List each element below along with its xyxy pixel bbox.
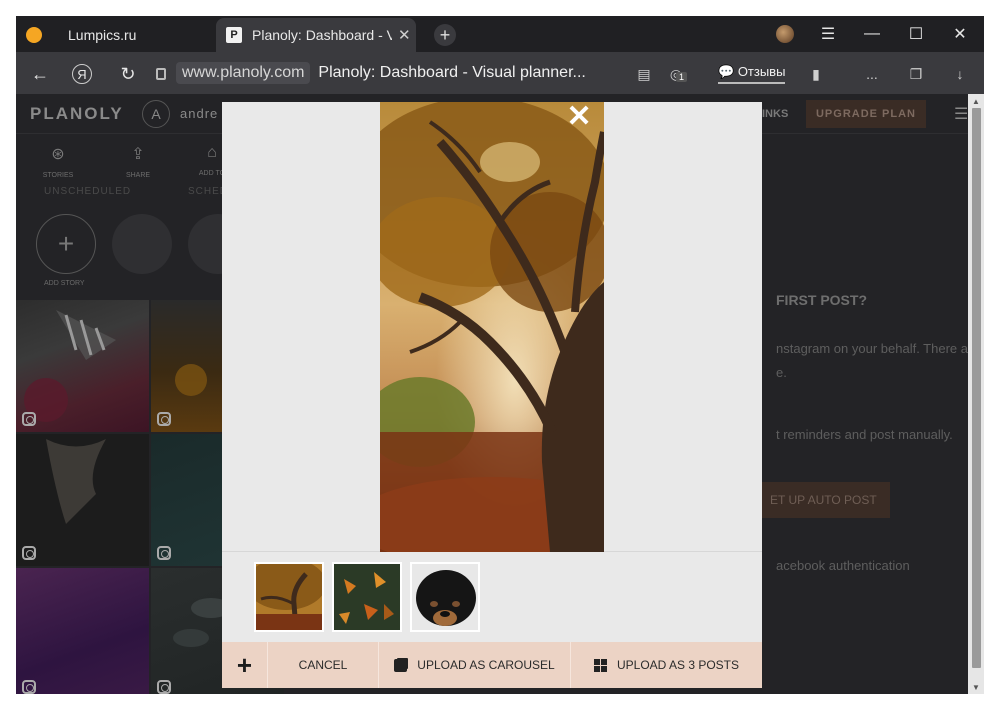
upload-action-bar: + CANCEL UPLOAD AS CAROUSEL UPLOAD AS 3 … <box>222 642 762 688</box>
tab-planoly[interactable]: P Planoly: Dashboard - Vis ✕ <box>216 18 416 52</box>
more-icon[interactable]: ... <box>862 64 882 84</box>
instagram-icon <box>22 412 36 426</box>
tool-stories[interactable]: ⊛ STORIES <box>28 144 88 179</box>
thumbnail-autumn-leaves[interactable] <box>332 562 402 632</box>
extension-badge: 1 <box>676 72 688 82</box>
minimize-icon[interactable]: — <box>860 22 884 46</box>
close-modal-icon[interactable]: ✕ <box>566 102 591 132</box>
hamburger-icon[interactable]: ☰ <box>954 104 968 124</box>
planoly-favicon-icon: P <box>226 27 242 43</box>
grid-icon <box>593 658 607 672</box>
extension-icon[interactable] <box>776 25 794 43</box>
preview-image <box>380 102 604 552</box>
upgrade-plan-button[interactable]: UPGRADE PLAN <box>806 100 926 128</box>
instagram-icon <box>157 680 171 694</box>
panel-text-1: nstagram on your behalf. There ar <box>776 341 968 356</box>
translate-icon[interactable]: ▤ <box>634 64 654 84</box>
sidebar-tools: ⊛ STORIES ⇪ SHARE ⌂ ADD TO UNSCHEDULED S… <box>16 134 248 294</box>
upload-as-posts-button[interactable]: UPLOAD AS 3 POSTS <box>571 642 762 688</box>
tab-title: Planoly: Dashboard - Vis <box>252 27 392 43</box>
url-page-title: Planoly: Dashboard - Visual planner... <box>318 64 586 81</box>
collections-icon[interactable]: ❐ <box>906 64 926 84</box>
carousel-label: UPLOAD AS CAROUSEL <box>417 658 555 672</box>
reviews-button[interactable]: 💬 Отзывы <box>718 64 786 84</box>
tab-bar: Lumpics.ru P Planoly: Dashboard - Vis ✕ … <box>16 16 984 52</box>
grid-post[interactable] <box>16 568 149 694</box>
posts-label: UPLOAD AS 3 POSTS <box>616 658 740 672</box>
browser-window: Lumpics.ru P Planoly: Dashboard - Vis ✕ … <box>16 16 984 694</box>
thumbnail-strip <box>222 552 762 642</box>
instagram-icon <box>22 546 36 560</box>
autumn-tree-thumb <box>256 564 322 630</box>
new-tab-button[interactable]: + <box>434 24 456 46</box>
share-icon: ⇪ <box>131 146 145 163</box>
autumn-leaves-thumb <box>334 564 400 630</box>
instagram-icon <box>157 412 171 426</box>
set-up-auto-post-button[interactable]: ET UP AUTO POST <box>762 482 890 518</box>
page-scrollbar[interactable]: ▲ ▼ <box>968 94 984 694</box>
thumbnail-black-puppy[interactable] <box>410 562 480 632</box>
add-story-label: ADD STORY <box>44 280 85 287</box>
grid-post[interactable] <box>16 300 149 432</box>
add-more-button[interactable]: + <box>222 642 268 688</box>
tool-label: STORIES <box>42 172 74 179</box>
unscheduled-tab[interactable]: UNSCHEDULED <box>44 186 131 197</box>
avatar[interactable]: A <box>142 100 170 128</box>
tab-lumpics[interactable]: Lumpics.ru <box>16 18 216 52</box>
black-puppy-thumb <box>412 564 478 630</box>
links-label[interactable]: INKS <box>762 108 788 120</box>
tool-label: SHARE <box>125 172 151 179</box>
stories-icon: ⊛ <box>51 146 65 163</box>
tab-title: Lumpics.ru <box>68 27 137 43</box>
story-slot[interactable] <box>112 214 172 274</box>
add-story-button[interactable]: + <box>36 214 96 274</box>
lock-icon <box>156 68 166 80</box>
reload-icon[interactable]: ↻ <box>116 62 140 86</box>
image-preview-area <box>222 102 762 552</box>
url-domain: www.planoly.com <box>176 62 311 84</box>
carousel-icon <box>394 658 408 672</box>
panel-text-fb: acebook authentication <box>776 558 910 573</box>
address-bar: ← Я ↻ www.planoly.com Planoly: Dashboard… <box>16 52 984 94</box>
upload-as-carousel-button[interactable]: UPLOAD AS CAROUSEL <box>379 642 571 688</box>
upload-modal: + CANCEL UPLOAD AS CAROUSEL UPLOAD AS 3 … <box>222 102 762 688</box>
grid-post[interactable] <box>16 434 149 566</box>
instagram-icon <box>157 546 171 560</box>
instagram-icon <box>22 680 36 694</box>
menu-icon[interactable]: ☰ <box>816 22 840 46</box>
close-window-icon[interactable]: ✕ <box>948 22 972 46</box>
thumbnail-autumn-tree[interactable] <box>254 562 324 632</box>
back-icon[interactable]: ← <box>28 62 52 86</box>
tab-close-icon[interactable]: ✕ <box>398 26 411 44</box>
dark-leaf-image <box>46 439 106 524</box>
panel-text-3: t reminders and post manually. <box>776 427 953 442</box>
username[interactable]: andre <box>180 106 218 121</box>
scroll-up-icon[interactable]: ▲ <box>968 94 984 108</box>
download-icon[interactable]: ↓ <box>950 64 970 84</box>
autumn-tree-preview <box>380 102 604 552</box>
page-content: PLANOLY A andre INKS UPGRADE PLAN ☰ ⊛ ST… <box>16 94 968 694</box>
reviews-label: Отзывы <box>737 64 786 79</box>
tool-share[interactable]: ⇪ SHARE <box>108 144 168 179</box>
scroll-thumb[interactable] <box>972 108 981 668</box>
lumpics-favicon-icon <box>26 27 42 43</box>
getting-started-panel: FIRST POST? nstagram on your behalf. The… <box>762 134 968 694</box>
panel-heading: FIRST POST? <box>776 292 867 308</box>
maximize-icon[interactable]: ☐ <box>904 22 928 46</box>
post-grid <box>16 300 284 694</box>
butterfly-image <box>24 310 116 422</box>
bookmark-icon[interactable]: ▮ <box>806 64 826 84</box>
yandex-icon[interactable]: Я <box>72 64 92 84</box>
url-field[interactable]: www.planoly.com Planoly: Dashboard - Vis… <box>156 60 596 86</box>
panel-text-2: e. <box>776 365 787 380</box>
scroll-down-icon[interactable]: ▼ <box>968 680 984 694</box>
app-logo[interactable]: PLANOLY <box>30 104 124 124</box>
cancel-button[interactable]: CANCEL <box>268 642 379 688</box>
